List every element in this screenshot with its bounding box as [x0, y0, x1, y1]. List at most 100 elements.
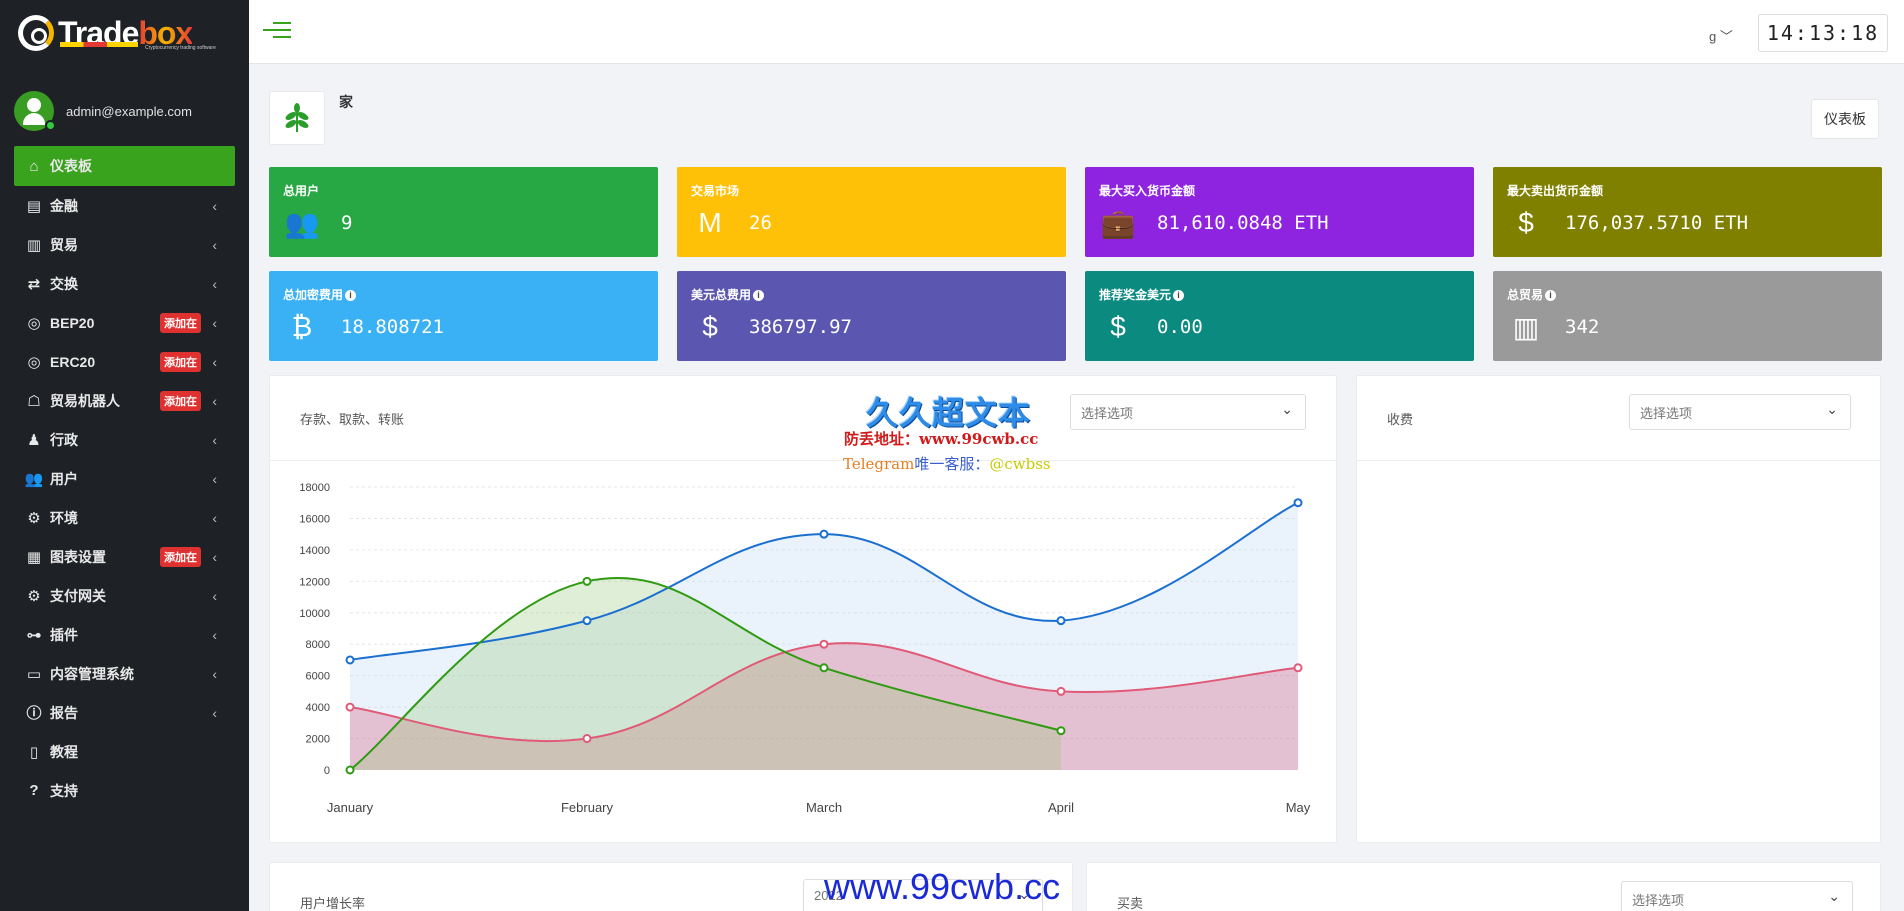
- stat-card: 交易市场 M 26: [677, 167, 1066, 257]
- stat-card-title: 最大买入货币金额: [1099, 184, 1196, 198]
- file-icon: ▯: [29, 743, 39, 761]
- chevron-left-icon: ‹: [212, 236, 217, 253]
- panel-title: 收费: [1387, 412, 1414, 427]
- breadcrumb[interactable]: 家: [339, 92, 353, 112]
- stat-card-title: 总用户: [283, 184, 320, 198]
- market-icon: M: [698, 207, 722, 238]
- deposits-chart: 0 2000 4000 6000 8000 10000 12000 14000 16000 180…: [299, 482, 1310, 815]
- sidebar-item[interactable]: ⊶ 插件 ‹: [0, 615, 249, 654]
- x-tick-label: February: [561, 800, 614, 815]
- fees-select[interactable]: 选择选项 ⌄: [1629, 394, 1851, 430]
- chevron-left-icon: ‹: [212, 392, 217, 409]
- y-tick-label: 4000: [306, 702, 330, 714]
- sidebar-item-label: 支持: [50, 782, 78, 799]
- sidebar-item[interactable]: ▥ 贸易 ‹: [0, 225, 249, 264]
- gear-icon: ⚙: [27, 509, 41, 527]
- trade-panel: 买卖 选择选项 ⌄: [1086, 862, 1881, 911]
- hand-dollar-icon: $: [702, 311, 718, 342]
- user-profile[interactable]: admin@example.com: [0, 66, 249, 138]
- chevron-left-icon: ‹: [212, 587, 217, 604]
- briefcase-icon: 💼: [1100, 208, 1136, 239]
- y-tick-label: 18000: [299, 482, 330, 494]
- y-tick-label: 8000: [306, 639, 330, 651]
- x-tick-label: March: [806, 800, 842, 815]
- select-placeholder: 选择选项: [1640, 406, 1693, 421]
- chevron-left-icon: ‹: [212, 704, 217, 721]
- sidebar-item[interactable]: ⓘ 报告 ‹: [0, 693, 249, 732]
- message-icon: ▭: [26, 665, 42, 683]
- sidebar-item[interactable]: ☖ 贸易机器人 添加在 ‹: [0, 381, 249, 420]
- sidebar-item-label: 贸易: [50, 236, 78, 253]
- stat-card: 总用户 👥 9: [269, 167, 658, 257]
- watermark-service: 唯一客服：: [914, 455, 990, 473]
- sidebar-item[interactable]: ? 支持: [0, 771, 249, 810]
- sidebar-item[interactable]: ⌂ 仪表板: [14, 146, 235, 186]
- user-email: admin@example.com: [66, 103, 192, 119]
- info-icon: i: [345, 290, 357, 302]
- sidebar-item[interactable]: ♟ 行政 ‹: [0, 420, 249, 459]
- addon-badge: 添加在: [160, 351, 201, 372]
- watermark-url-large: www.99cwb.cc: [824, 866, 1061, 907]
- y-tick-label: 0: [324, 765, 330, 777]
- sidebar-item-label: 用户: [50, 470, 78, 487]
- chevron-left-icon: ‹: [212, 509, 217, 526]
- trade-select[interactable]: 选择选项 ⌄: [1621, 881, 1853, 911]
- plugin-icon: ⊶: [26, 626, 42, 644]
- addon-badge: 添加在: [160, 312, 201, 333]
- chevron-down-icon: ⌄: [1826, 401, 1838, 417]
- sidebar-item[interactable]: ◎ BEP20 添加在 ‹: [0, 303, 249, 342]
- sidebar-item[interactable]: ⚙ 环境 ‹: [0, 498, 249, 537]
- sidebar-menu: ⌂ 仪表板 ▤ 金融 ‹ ▥ 贸易 ‹ ⇄ 交换 ‹ ◎ BEP20 添加在 ‹ ◎ ERC20 添加在 ‹ ☖ 贸易机…: [0, 146, 249, 810]
- data-point: [582, 734, 592, 744]
- user-tie-icon: ♟: [27, 431, 41, 449]
- stat-card: 总贸易 i ▥ 342: [1493, 271, 1882, 361]
- stat-card-value: 18.808721: [341, 316, 444, 338]
- sidebar-item[interactable]: ◎ ERC20 添加在 ‹: [0, 342, 249, 381]
- menu-toggle-icon[interactable]: [263, 22, 291, 43]
- watermark-handle: @cwbss: [989, 455, 1051, 473]
- addon-badge: 添加在: [160, 390, 201, 411]
- sidebar-item[interactable]: ▤ 金融 ‹: [0, 186, 249, 225]
- language-selector[interactable]: g ﹀: [1709, 26, 1733, 45]
- sidebar-item-label: 金融: [50, 197, 78, 214]
- brand-logo[interactable]: Tradebox Cryptocurrency trading software: [0, 0, 249, 66]
- sidebar-item-label: 支付网关: [50, 587, 106, 604]
- chevron-left-icon: ‹: [212, 353, 217, 370]
- info-icon: i: [753, 290, 765, 302]
- dollar-icon: $: [1110, 311, 1126, 342]
- sidebar-item-label: 教程: [50, 743, 78, 760]
- stat-card-title: 推荐奖金美元 i: [1099, 286, 1185, 303]
- wallet-icon: ▤: [26, 197, 42, 215]
- panel-title: 买卖: [1117, 896, 1144, 911]
- y-tick-label: 10000: [299, 608, 330, 620]
- data-point: [1056, 686, 1066, 696]
- sidebar-item-label: 插件: [50, 626, 78, 643]
- stat-card-value: 81,610.0848 ETH: [1157, 212, 1329, 234]
- sidebar-item[interactable]: ⇄ 交换 ‹: [0, 264, 249, 303]
- stat-card-title: 最大卖出货币金额: [1507, 184, 1604, 198]
- exchange-icon: ⇄: [27, 275, 41, 293]
- chart-bar-icon: ▥: [1512, 312, 1540, 343]
- sell-icon: $: [1518, 207, 1534, 238]
- dashboard-button[interactable]: 仪表板: [1811, 99, 1879, 139]
- x-tick-label: January: [327, 800, 374, 815]
- sidebar-item[interactable]: ⚙ 支付网关 ‹: [0, 576, 249, 615]
- chevron-left-icon: ‹: [212, 548, 217, 565]
- sidebar-item[interactable]: ▭ 内容管理系统 ‹: [0, 654, 249, 693]
- data-point: [345, 655, 355, 665]
- info-icon: i: [1173, 290, 1185, 302]
- sidebar-item[interactable]: 👥 用户 ‹: [0, 459, 249, 498]
- stat-card-value: 386797.97: [749, 316, 852, 338]
- watermark-contact: Telegram唯一客服：@cwbss: [843, 453, 1051, 474]
- bitcoin-icon: ₿: [291, 311, 313, 342]
- sidebar-item[interactable]: ▯ 教程: [0, 732, 249, 771]
- stat-card-value: 26: [749, 212, 772, 234]
- divider: [1357, 460, 1880, 461]
- stat-card: 最大卖出货币金额 $176,037.5710 ETH: [1493, 167, 1882, 257]
- select-placeholder: 选择选项: [1632, 893, 1685, 908]
- data-point: [1056, 726, 1066, 736]
- x-tick-label: April: [1048, 800, 1074, 815]
- sidebar-item-label: 图表设置: [50, 548, 106, 565]
- sidebar-item[interactable]: ▦ 图表设置 添加在 ‹: [0, 537, 249, 576]
- data-point: [1056, 616, 1066, 626]
